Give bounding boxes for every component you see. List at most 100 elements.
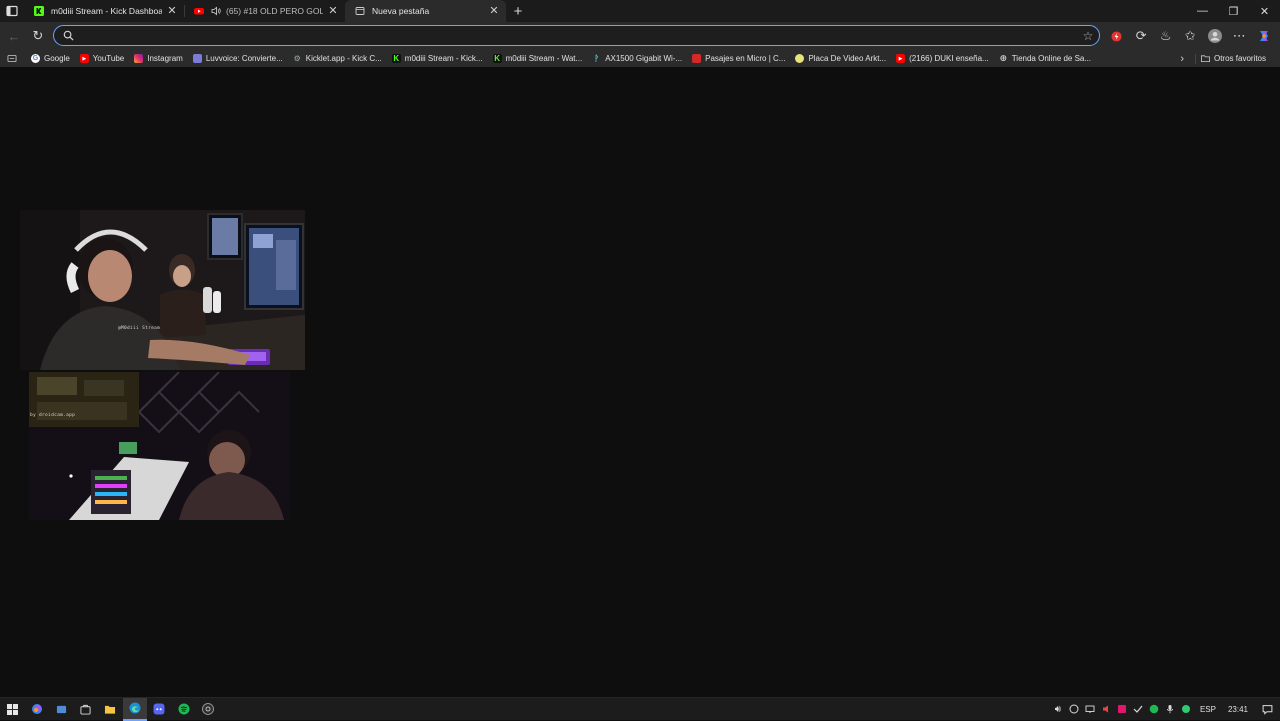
kick-icon [34,6,44,16]
bookmark-instagram[interactable]: Instagram [130,50,189,67]
task-view-icon[interactable] [49,698,74,721]
tab-new-tab[interactable]: Nueva pestaña ✕ [345,0,506,22]
bookmarks-bar: G Google ▶ YouTube Instagram Luvvoice: C… [0,50,1280,67]
tp-link-icon: ᚹ [594,54,600,63]
system-tray: 🔊︎ ESP 23:41 [1050,698,1280,720]
bookmarks-divider [1195,54,1196,64]
reading-list-icon[interactable] [0,50,27,67]
bookmark-label: Kicklet.app - Kick C... [305,54,382,63]
copilot-icon[interactable] [1252,24,1277,48]
tab-title: (65) #18 OLD PERO GOLD - Y [226,6,323,16]
bookmark-google[interactable]: G Google [27,50,76,67]
bookmark-label: Pasajes en Micro | C... [705,54,786,63]
toolbar: ← ↻ ☆ ⟳ ♨ ✩ ⋯ [0,22,1280,50]
bookmark-kicklet[interactable]: ⚙ Kicklet.app - Kick C... [289,50,388,67]
microphone-icon[interactable] [1162,698,1178,720]
bookmark-kick-watch[interactable]: K m0diii Stream - Wat... [489,50,589,67]
luvvoice-icon [192,54,202,63]
tab-youtube-video[interactable]: (65) #18 OLD PERO GOLD - Y ✕ [184,0,345,22]
toolbar-actions: ⟳ ♨ ✩ ⋯ [1105,24,1277,48]
bookmark-label: YouTube [92,54,125,63]
bookmark-pasajes[interactable]: Pasajes en Micro | C... [688,50,791,67]
bookmark-youtube[interactable]: ▶ YouTube [76,50,130,67]
profile-avatar[interactable] [1203,24,1228,48]
close-icon[interactable]: ✕ [327,5,339,17]
bookmark-label: m0diii Stream - Kick... [404,54,483,63]
vpn-icon[interactable] [1130,698,1146,720]
bookmark-label: Luvvoice: Convierte... [205,54,283,63]
windows-start-icon[interactable] [0,698,25,721]
more-options-icon[interactable]: ⋯ [1227,24,1252,48]
shop-icon [795,54,805,63]
favorites-icon[interactable]: ✩ [1178,24,1203,48]
speaker-icon[interactable]: 🔊︎ [1050,698,1066,720]
tab-title: Nueva pestaña [372,6,430,16]
minimize-icon[interactable]: — [1187,0,1218,22]
address-input[interactable] [82,27,1077,44]
youtube-icon: ▶ [79,54,89,63]
close-icon[interactable]: ✕ [166,5,178,17]
kicklet-icon: ⚙ [293,54,301,63]
webcam-image [20,210,305,370]
search-icon [54,30,82,41]
refresh-extension-icon[interactable]: ⟳ [1129,24,1154,48]
performance-icon[interactable]: ♨ [1154,24,1179,48]
volume-app-icon[interactable] [1098,698,1114,720]
green-status-icon[interactable] [1178,698,1194,720]
folder-icon [1201,54,1210,63]
webcam-feed-streamer: @M0diii Stream [20,210,305,370]
bus-icon [692,54,702,63]
webcam-watermark: @M0diii Stream [118,326,161,331]
bookmark-kick-stream[interactable]: K m0diii Stream - Kick... [388,50,489,67]
bookmark-label: Tienda Online de Sa... [1011,54,1092,63]
youtube-icon: ▶ [896,54,906,63]
bookmark-placa-video[interactable]: Placa De Video Arkt... [791,50,892,67]
bookmark-tienda[interactable]: ⊕ Tienda Online de Sa... [995,50,1097,67]
bookmark-label: Otros favoritos [1213,54,1266,63]
kick-icon: K [492,54,502,63]
back-icon[interactable]: ← [2,24,26,48]
new-tab-button[interactable]: + [508,0,528,22]
red-app-icon[interactable] [1114,698,1130,720]
file-explorer-icon[interactable] [98,698,123,721]
steelseries-icon[interactable] [1066,698,1082,720]
window-menu-icon[interactable] [0,0,24,22]
tab-kick-dashboard[interactable]: m0diii Stream - Kick Dashboard ✕ [24,0,185,22]
google-icon: G [31,54,40,63]
chevron-right-icon[interactable]: › [1180,50,1184,67]
restore-icon[interactable]: ❐ [1218,0,1249,22]
spotify-tray-icon[interactable] [1146,698,1162,720]
clock[interactable]: 23:41 [1222,705,1254,714]
webcam-watermark: by droidcam.app [30,413,76,418]
address-bar[interactable]: ☆ [53,25,1100,46]
close-icon[interactable]: ✕ [488,5,500,17]
bookmark-label: Google [44,54,70,63]
speaker-icon[interactable] [211,6,221,16]
kick-icon: K [391,54,401,63]
bookmark-luvvoice[interactable]: Luvvoice: Convierte... [189,50,289,67]
obs-icon[interactable] [196,698,221,721]
favorite-star-icon[interactable]: ☆ [1077,29,1099,43]
window-controls: — ❐ ✕ [1187,0,1280,22]
spotify-icon[interactable] [172,698,197,721]
other-favorites[interactable]: Otros favoritos [1197,50,1272,67]
bookmark-label: Placa De Video Arkt... [808,54,887,63]
network-icon[interactable] [1082,698,1098,720]
store-icon[interactable] [74,698,99,721]
notifications-icon[interactable] [1254,698,1280,720]
copilot-icon[interactable] [25,698,50,721]
bookmark-label: Instagram [147,54,183,63]
tab-strip: m0diii Stream - Kick Dashboard ✕ (65) #1… [0,0,1280,22]
close-window-icon[interactable]: ✕ [1249,0,1280,22]
bookmark-duki[interactable]: ▶ (2166) DUKI enseña... [892,50,995,67]
discord-icon[interactable] [147,698,172,721]
page-content: @M0diii Stream by droidcam.app [0,67,1280,697]
bookmark-label: AX1500 Gigabit Wi-... [605,54,683,63]
language-indicator[interactable]: ESP [1194,705,1222,714]
globe-icon: ⊕ [999,53,1007,63]
bookmark-tp-link[interactable]: ᚹ AX1500 Gigabit Wi-... [588,50,688,67]
youtube-icon [194,6,204,16]
reload-icon[interactable]: ↻ [26,24,50,48]
extension-icon[interactable] [1105,24,1130,48]
edge-browser-icon[interactable] [122,697,147,721]
